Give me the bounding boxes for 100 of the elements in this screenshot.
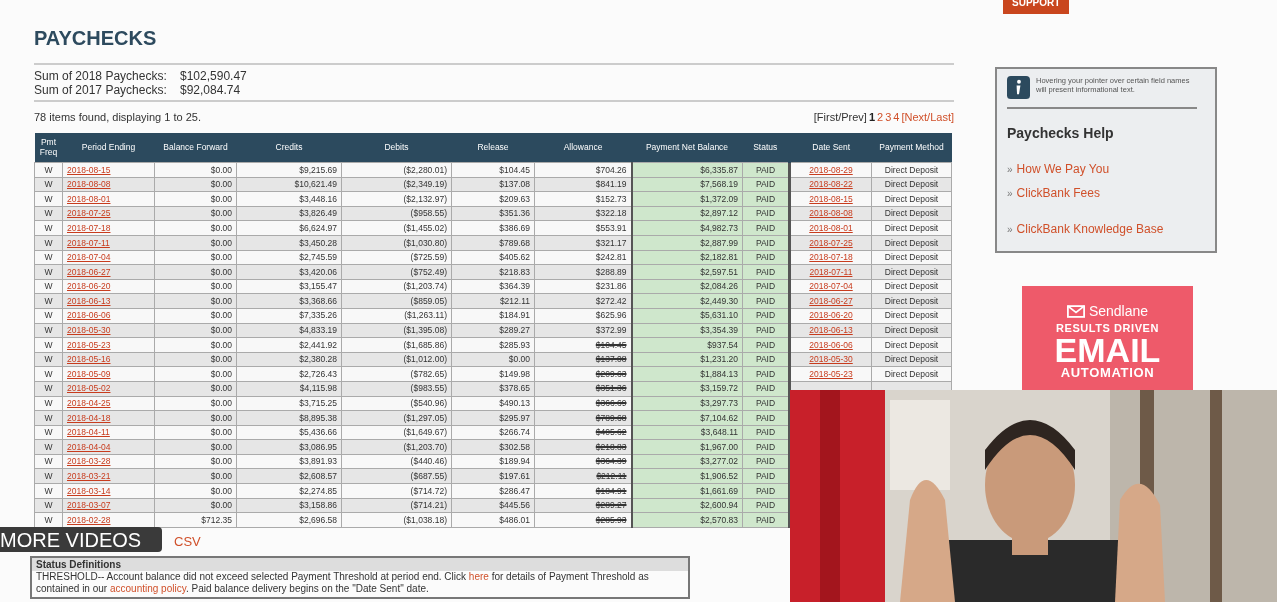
table-cell: $0.00 bbox=[210, 237, 232, 248]
next-last-link[interactable]: [Next/Last] bbox=[901, 109, 954, 126]
table-cell: ($1,012.00) bbox=[403, 354, 447, 365]
table-cell: ($782.65) bbox=[410, 368, 447, 379]
table-cell: $841.19 bbox=[595, 179, 627, 190]
table-cell: $2,597.51 bbox=[700, 266, 738, 277]
table-cell: PAID bbox=[755, 368, 776, 379]
table-cell: Direct Deposit bbox=[884, 266, 939, 277]
table-cell: PAID bbox=[755, 485, 776, 496]
table-cell: W bbox=[44, 325, 53, 336]
page-link[interactable]: 1 bbox=[868, 109, 876, 126]
table-cell: ($1,297.05) bbox=[403, 412, 447, 423]
table-cell: W bbox=[44, 368, 53, 379]
table-cell: $386.69 bbox=[499, 222, 530, 233]
table-cell: $322.18 bbox=[595, 208, 627, 219]
page-link[interactable]: 2 bbox=[877, 109, 884, 126]
table-cell: $0.00 bbox=[210, 412, 232, 423]
table-cell: W bbox=[44, 310, 53, 321]
table-cell: $4,982.73 bbox=[700, 222, 738, 233]
table-cell: $137.08 bbox=[499, 179, 530, 190]
help-link[interactable]: How We Pay You bbox=[1016, 160, 1110, 178]
sum-value: $92,084.74 bbox=[180, 83, 241, 97]
table-cell: $272.42 bbox=[595, 295, 627, 306]
table-cell: ($1,685.86) bbox=[403, 339, 447, 350]
table-cell: $104.45 bbox=[499, 164, 530, 175]
table-cell: $1,967.00 bbox=[700, 441, 738, 452]
table-cell: $212.11 bbox=[596, 471, 627, 481]
table-cell: $2,887.99 bbox=[700, 237, 738, 248]
table-cell: $2,274.85 bbox=[299, 485, 337, 496]
table-cell: ($1,455.02) bbox=[403, 222, 447, 233]
table-cell: $285.93 bbox=[595, 514, 627, 525]
ad-brand: Sendlane bbox=[1088, 304, 1149, 318]
table-cell: W bbox=[44, 485, 53, 496]
page-link[interactable]: 4 bbox=[893, 109, 900, 126]
table-cell: $0.00 bbox=[210, 310, 232, 321]
page-link[interactable]: 3 bbox=[885, 109, 892, 126]
table-cell: ($2,132.97) bbox=[403, 193, 447, 204]
more-videos-button[interactable]: MORE VIDEOS bbox=[0, 527, 162, 552]
table-cell: $1,231.20 bbox=[700, 354, 738, 365]
table-cell: $378.65 bbox=[499, 383, 530, 394]
table-cell: $209.63 bbox=[499, 193, 530, 204]
table-cell: ($1,203.70) bbox=[403, 441, 447, 452]
table-cell: $302.58 bbox=[499, 441, 530, 452]
sum-label: Sum of 2017 Paychecks: bbox=[34, 83, 168, 97]
table-cell: PAID bbox=[755, 237, 776, 248]
column-header: Date Sent bbox=[789, 132, 872, 163]
table-cell: $3,297.73 bbox=[700, 398, 738, 409]
table-cell: $3,158.86 bbox=[299, 500, 337, 511]
table-cell: $2,380.28 bbox=[299, 354, 337, 365]
table-cell: $3,354.39 bbox=[700, 325, 738, 336]
table-cell: PAID bbox=[755, 310, 776, 321]
table-cell: ($1,395.08) bbox=[403, 325, 447, 336]
table-cell: $289.27 bbox=[499, 325, 530, 336]
here-link[interactable]: here bbox=[468, 570, 489, 582]
accounting-policy-link[interactable]: accounting policy bbox=[109, 582, 186, 594]
table-cell: $0.00 bbox=[210, 164, 232, 175]
table-cell: ($2,349.19) bbox=[403, 179, 447, 190]
sum-label: Sum of 2018 Paychecks: bbox=[34, 69, 168, 83]
table-cell: $212.11 bbox=[499, 295, 530, 306]
table-cell: $197.61 bbox=[499, 471, 530, 481]
table-cell: $712.35 bbox=[201, 514, 232, 525]
table-cell: $295.97 bbox=[499, 412, 530, 423]
table-cell: $0.00 bbox=[210, 383, 232, 394]
table-cell: $6,335.87 bbox=[700, 164, 738, 175]
table-cell: PAID bbox=[755, 354, 776, 365]
table-cell: $5,436.66 bbox=[299, 427, 337, 438]
column-header: Credits bbox=[236, 132, 342, 163]
status-definition-text: THRESHOLD-- Account balance did not exceed selected Payment Threshold at period end. Click here for details of Payment Threshold as contained in our accounting policy. Paid balance delivery begins on the "Date Sent" date. bbox=[35, 570, 650, 596]
table-cell: PAID bbox=[755, 164, 776, 175]
table-cell: W bbox=[44, 427, 53, 438]
table-cell: $1,661.69 bbox=[700, 485, 738, 496]
help-link[interactable]: ClickBank Knowledge Base bbox=[1016, 220, 1164, 238]
table-cell: $8,895.38 bbox=[299, 412, 337, 423]
table-cell: PAID bbox=[755, 339, 776, 350]
table-cell: $405.62 bbox=[499, 252, 530, 263]
table-cell: W bbox=[44, 500, 53, 511]
table-cell: PAID bbox=[755, 471, 776, 481]
table-cell: $364.39 bbox=[499, 281, 530, 292]
csv-link[interactable]: CSV bbox=[174, 532, 201, 552]
page-title: PAYCHECKS bbox=[34, 28, 158, 51]
table-cell: $2,726.43 bbox=[299, 368, 337, 379]
table-cell: $2,897.12 bbox=[700, 208, 738, 219]
envelope-icon bbox=[1066, 304, 1085, 318]
bullet-mark: » bbox=[1007, 222, 1013, 237]
help-link[interactable]: ClickBank Fees bbox=[1016, 184, 1100, 202]
table-cell: $3,420.06 bbox=[299, 266, 337, 277]
table-cell: Direct Deposit bbox=[884, 208, 939, 219]
column-header: Status bbox=[742, 132, 790, 163]
table-cell: $490.13 bbox=[499, 398, 530, 409]
table-cell: $3,891.93 bbox=[299, 456, 337, 467]
table-cell: W bbox=[44, 412, 53, 423]
first-prev-link[interactable]: [First/Prev] bbox=[813, 109, 867, 126]
table-cell: W bbox=[44, 266, 53, 277]
table-cell: $152.73 bbox=[595, 193, 627, 204]
column-header: Period Ending bbox=[62, 132, 155, 163]
table-cell: $242.81 bbox=[595, 252, 627, 263]
table-cell: PAID bbox=[755, 252, 776, 263]
ad-headline: EMAIL bbox=[1054, 334, 1161, 366]
table-cell: W bbox=[44, 237, 53, 248]
table-cell: Direct Deposit bbox=[884, 325, 939, 336]
